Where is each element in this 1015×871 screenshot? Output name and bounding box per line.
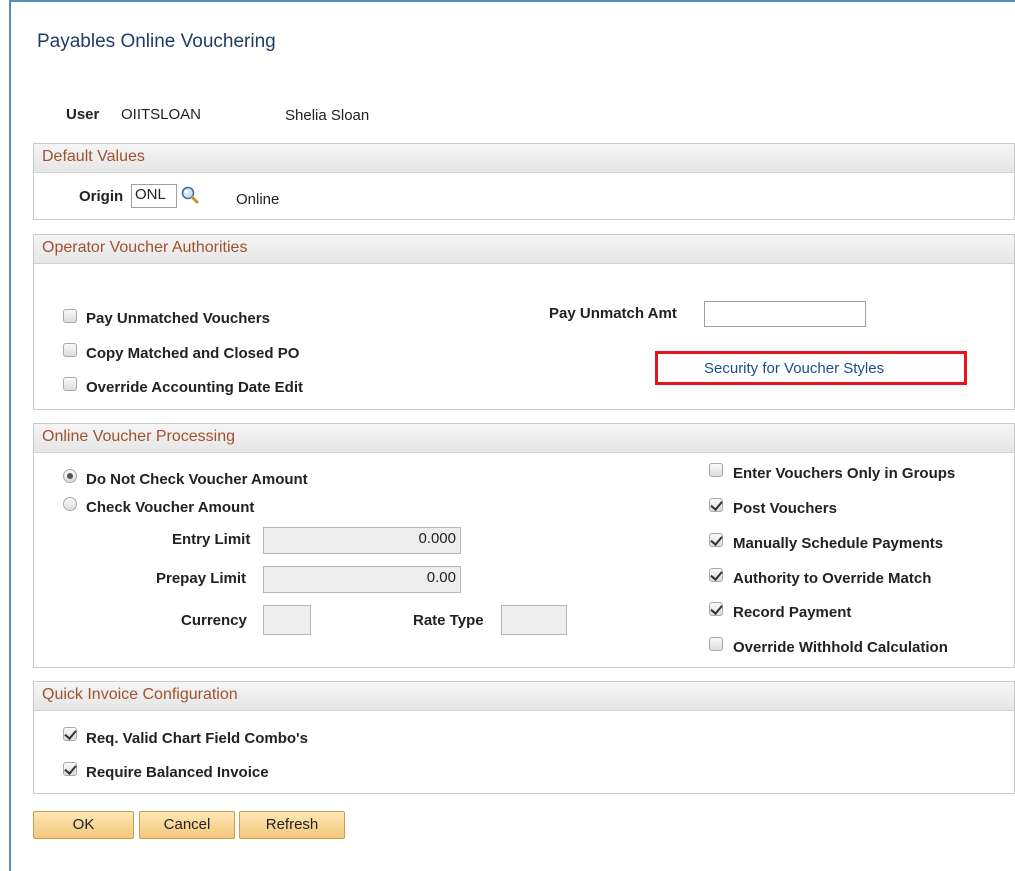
balanced-invoice-checkbox[interactable] — [63, 762, 77, 776]
override-accounting-date-label: Override Accounting Date Edit — [86, 379, 303, 396]
copy-matched-closed-po-label: Copy Matched and Closed PO — [86, 345, 300, 362]
check-amount-label: Check Voucher Amount — [86, 499, 255, 516]
default-values-header: Default Values — [34, 144, 1014, 173]
quick-invoice-header: Quick Invoice Configuration — [34, 682, 1014, 711]
pay-unmatch-amt-label: Pay Unmatch Amt — [549, 305, 677, 322]
balanced-invoice-label: Require Balanced Invoice — [86, 764, 269, 781]
pay-unmatch-amt-input[interactable] — [704, 301, 866, 327]
enter-vouchers-groups-checkbox[interactable] — [709, 463, 723, 477]
dialog-title: Payables Online Vouchering — [37, 31, 276, 52]
pay-unmatched-vouchers-label: Pay Unmatched Vouchers — [86, 310, 270, 327]
origin-label: Origin — [79, 188, 124, 205]
cancel-button[interactable]: Cancel — [139, 811, 235, 839]
override-withhold-checkbox[interactable] — [709, 637, 723, 651]
currency-label: Currency — [181, 612, 247, 629]
enter-vouchers-groups-label: Enter Vouchers Only in Groups — [733, 465, 956, 482]
check-amount-radio[interactable] — [63, 497, 77, 511]
override-match-label: Authority to Override Match — [733, 570, 932, 587]
online-processing-header: Online Voucher Processing — [34, 424, 1014, 453]
operator-authorities-title: Operator Voucher Authorities — [42, 239, 248, 256]
refresh-button[interactable]: Refresh — [239, 811, 345, 839]
rate-type-input[interactable] — [501, 605, 567, 635]
do-not-check-amount-label: Do Not Check Voucher Amount — [86, 471, 308, 488]
operator-authorities-header: Operator Voucher Authorities — [34, 235, 1014, 264]
prepay-limit-label: Prepay Limit — [156, 570, 247, 587]
manually-schedule-payments-checkbox[interactable] — [709, 533, 723, 547]
rate-type-label: Rate Type — [413, 612, 484, 629]
pay-unmatched-vouchers-checkbox[interactable] — [63, 309, 77, 323]
override-withhold-label: Override Withhold Calculation — [733, 639, 948, 656]
origin-lookup-icon[interactable] — [180, 185, 200, 205]
record-payment-label: Record Payment — [733, 604, 852, 621]
ok-button[interactable]: OK — [33, 811, 134, 839]
override-accounting-date-checkbox[interactable] — [63, 377, 77, 391]
post-vouchers-label: Post Vouchers — [733, 500, 837, 517]
valid-chartfield-checkbox[interactable] — [63, 727, 77, 741]
record-payment-checkbox[interactable] — [709, 602, 723, 616]
quick-invoice-title: Quick Invoice Configuration — [42, 686, 238, 703]
security-voucher-styles-link[interactable]: Security for Voucher Styles — [704, 360, 884, 377]
override-match-checkbox[interactable] — [709, 568, 723, 582]
default-values-panel: Default Values — [33, 143, 1015, 220]
online-processing-title: Online Voucher Processing — [42, 428, 235, 445]
user-id: OIITSLOAN — [121, 106, 202, 123]
post-vouchers-checkbox[interactable] — [709, 498, 723, 512]
origin-description: Online — [236, 191, 280, 208]
currency-input[interactable] — [263, 605, 311, 635]
entry-limit-label: Entry Limit — [172, 531, 251, 548]
manually-schedule-payments-label: Manually Schedule Payments — [733, 535, 944, 552]
origin-input[interactable]: ONL — [131, 184, 177, 208]
user-name: Shelia Sloan — [285, 107, 370, 124]
copy-matched-closed-po-checkbox[interactable] — [63, 343, 77, 357]
entry-limit-input[interactable]: 0.000 — [263, 527, 461, 554]
valid-chartfield-label: Req. Valid Chart Field Combo's — [86, 730, 308, 747]
prepay-limit-input[interactable]: 0.00 — [263, 566, 461, 593]
default-values-title: Default Values — [42, 148, 145, 165]
user-label: User — [66, 106, 100, 123]
do-not-check-amount-radio[interactable] — [63, 469, 77, 483]
